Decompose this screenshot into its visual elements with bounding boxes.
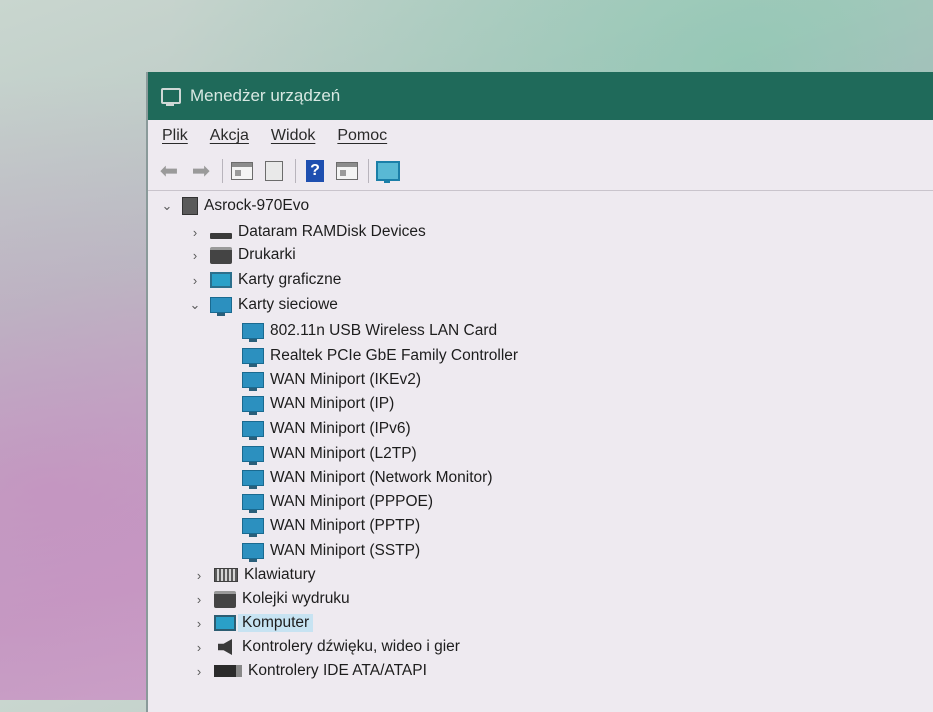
device-label: 802.11n USB Wireless LAN Card xyxy=(270,322,498,339)
tree-device[interactable]: WAN Miniport (IPv6) xyxy=(242,418,411,440)
category-label: Klawiatury xyxy=(244,566,316,583)
network-adapter-icon xyxy=(242,396,264,415)
toolbar-separator xyxy=(368,159,369,183)
show-hide-action-pane-button[interactable] xyxy=(334,158,360,184)
category-label: Karty sieciowe xyxy=(238,296,338,313)
category-label: Karty graficzne xyxy=(238,271,342,288)
menu-plik[interactable]: Plik xyxy=(162,127,188,145)
scan-hardware-button[interactable] xyxy=(375,158,401,184)
back-button[interactable]: ⬅ xyxy=(156,158,182,184)
tree-category[interactable]: › Komputer xyxy=(192,612,314,634)
tree-category[interactable]: › Klawiatury xyxy=(192,564,316,586)
network-adapter-icon xyxy=(242,421,264,440)
category-label: Drukarki xyxy=(238,246,296,263)
tree-device[interactable]: WAN Miniport (IP) xyxy=(242,393,394,415)
chevron-right-icon[interactable]: › xyxy=(188,225,202,240)
tree-device[interactable]: 802.11n USB Wireless LAN Card xyxy=(242,320,497,342)
menu-pomoc[interactable]: Pomoc xyxy=(337,127,387,145)
device-tree: ⌄ Asrock-970Evo › Dataram RAMDisk Device… xyxy=(148,191,933,679)
network-adapter-icon xyxy=(242,446,264,465)
tree-device[interactable]: WAN Miniport (PPPOE) xyxy=(242,491,433,513)
device-manager-window: Menedżer urządzeń Plik Akcja Widok Pomoc… xyxy=(148,72,933,712)
tree-root[interactable]: ⌄ Asrock-970Evo xyxy=(160,195,309,217)
help-button[interactable]: ? xyxy=(302,158,328,184)
keyboard-icon xyxy=(214,568,238,582)
tree-device[interactable]: WAN Miniport (IKEv2) xyxy=(242,369,421,391)
category-label: Kontrolery dźwięku, wideo i gier xyxy=(242,638,460,655)
device-label: WAN Miniport (SSTP) xyxy=(270,542,421,559)
network-adapter-icon xyxy=(242,518,264,537)
properties-button[interactable] xyxy=(261,158,287,184)
toolbar-separator xyxy=(222,159,223,183)
network-adapter-icon xyxy=(210,297,232,316)
chevron-right-icon[interactable]: › xyxy=(192,592,206,607)
tree-device[interactable]: WAN Miniport (L2TP) xyxy=(242,443,417,465)
menu-bar: Plik Akcja Widok Pomoc xyxy=(148,120,933,152)
help-icon: ? xyxy=(306,160,324,182)
network-adapter-icon xyxy=(242,372,264,391)
network-adapter-icon xyxy=(242,543,264,562)
category-label: Dataram RAMDisk Devices xyxy=(238,223,426,240)
menu-widok[interactable]: Widok xyxy=(271,127,315,145)
device-label: WAN Miniport (IP) xyxy=(270,395,395,412)
device-label: WAN Miniport (Network Monitor) xyxy=(270,469,493,486)
device-label: WAN Miniport (IKEv2) xyxy=(270,371,422,388)
device-label: WAN Miniport (PPTP) xyxy=(270,517,421,534)
properties-pane-icon xyxy=(231,162,253,180)
chevron-right-icon[interactable]: › xyxy=(192,568,206,583)
chevron-right-icon[interactable]: › xyxy=(188,248,202,263)
monitor-icon xyxy=(210,272,232,288)
chevron-down-icon[interactable]: ⌄ xyxy=(188,297,202,313)
device-label: WAN Miniport (PPPOE) xyxy=(270,493,434,510)
category-label: Kolejki wydruku xyxy=(242,590,350,607)
scan-monitor-icon xyxy=(376,161,400,183)
tree-device[interactable]: WAN Miniport (SSTP) xyxy=(242,540,420,562)
tree-category[interactable]: › Dataram RAMDisk Devices xyxy=(188,221,426,243)
window-title: Menedżer urządzeń xyxy=(190,86,341,105)
chevron-right-icon[interactable]: › xyxy=(192,616,206,631)
toolbar: ⬅ ➡ ? xyxy=(148,152,933,191)
tree-device[interactable]: WAN Miniport (PPTP) xyxy=(242,515,420,537)
title-bar[interactable]: Menedżer urządzeń xyxy=(148,72,933,120)
tree-category[interactable]: › Kolejki wydruku xyxy=(192,588,350,610)
speaker-icon xyxy=(218,639,232,655)
tree-category[interactable]: › Karty graficzne xyxy=(188,269,341,291)
tree-device[interactable]: WAN Miniport (Network Monitor) xyxy=(242,467,493,489)
view-pane-icon xyxy=(336,162,358,180)
printer-icon xyxy=(210,246,232,264)
network-adapter-icon xyxy=(242,470,264,489)
tree-category[interactable]: › Drukarki xyxy=(188,244,296,266)
network-adapter-icon xyxy=(242,323,264,342)
tree-root-label: Asrock-970Evo xyxy=(204,197,310,214)
toolbar-separator xyxy=(295,159,296,183)
disk-icon xyxy=(210,233,232,239)
chevron-right-icon[interactable]: › xyxy=(192,664,206,679)
chevron-right-icon[interactable]: › xyxy=(192,640,206,655)
category-label: Kontrolery IDE ATA/ATAPI xyxy=(248,662,427,679)
category-label: Komputer xyxy=(238,614,314,632)
tree-category[interactable]: › Kontrolery IDE ATA/ATAPI xyxy=(192,660,427,682)
show-hide-console-tree-button[interactable] xyxy=(229,158,255,184)
menu-akcja[interactable]: Akcja xyxy=(210,127,249,145)
chevron-down-icon[interactable]: ⌄ xyxy=(160,198,174,214)
device-label: WAN Miniport (IPv6) xyxy=(270,420,411,437)
back-arrow-icon: ⬅ xyxy=(159,158,179,183)
device-manager-icon xyxy=(160,85,181,107)
computer-icon xyxy=(214,615,236,631)
tree-category[interactable]: ⌄ Karty sieciowe xyxy=(188,294,338,316)
device-label: Realtek PCIe GbE Family Controller xyxy=(270,347,519,364)
forward-arrow-icon: ➡ xyxy=(191,158,211,183)
tree-device[interactable]: Realtek PCIe GbE Family Controller xyxy=(242,345,518,367)
printer-icon xyxy=(214,590,236,608)
forward-button[interactable]: ➡ xyxy=(188,158,214,184)
chevron-right-icon[interactable]: › xyxy=(188,273,202,288)
network-adapter-icon xyxy=(242,494,264,513)
device-label: WAN Miniport (L2TP) xyxy=(270,445,417,462)
ide-controller-icon xyxy=(214,665,242,677)
network-adapter-icon xyxy=(242,348,264,367)
computer-tower-icon xyxy=(182,197,198,215)
tree-category[interactable]: › Kontrolery dźwięku, wideo i gier xyxy=(192,636,460,658)
sheet-icon xyxy=(265,161,283,181)
